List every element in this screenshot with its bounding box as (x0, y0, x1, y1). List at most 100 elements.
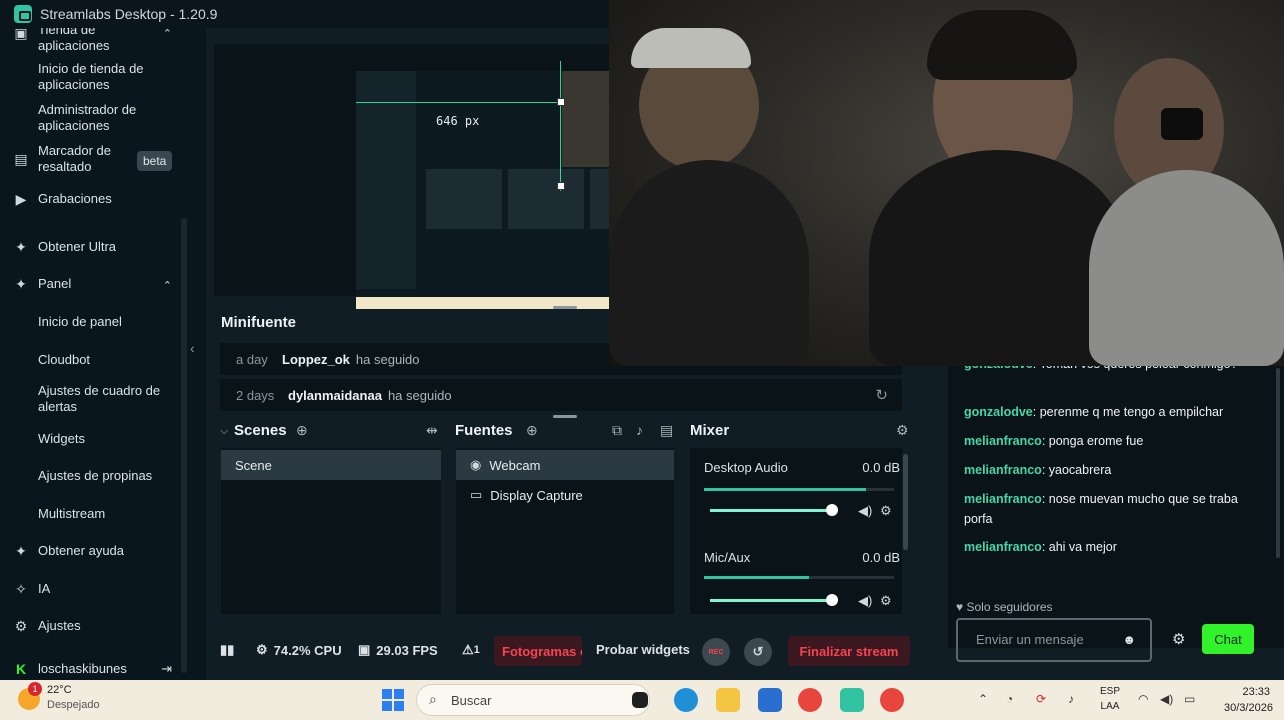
source-layout-icon[interactable]: ⧉ (612, 422, 622, 439)
panel-resize-handle[interactable] (553, 415, 577, 418)
chevron-up-icon[interactable]: ⌃ (163, 278, 172, 294)
edge-browser-icon[interactable] (674, 688, 698, 712)
test-widgets-button[interactable]: Probar widgets (596, 642, 690, 657)
speaker-icon[interactable]: ◀) (858, 503, 872, 519)
source-item-webcam[interactable]: ◉ Webcam (456, 450, 674, 480)
mic-settings-icon[interactable]: ♪ (636, 422, 643, 438)
sidebar-item-recordings[interactable]: ▶ Grabaciones (0, 191, 188, 211)
sidebar-item-panel-home[interactable]: Inicio de panel (0, 314, 188, 334)
streamlabs-taskbar-icon[interactable] (840, 688, 864, 712)
window-title: Streamlabs Desktop - 1.20.9 (40, 6, 218, 22)
volume-icon[interactable]: ◀) (1160, 692, 1173, 706)
end-stream-button[interactable]: Finalizar stream (788, 636, 910, 666)
warnings-indicator[interactable]: ⚠ 1 (462, 642, 480, 658)
chat-scrollbar[interactable] (1276, 368, 1280, 558)
task-view-icon[interactable] (632, 692, 648, 708)
person-body (1089, 170, 1284, 366)
scene-item[interactable]: Scene (221, 450, 441, 480)
microsoft-store-icon[interactable] (758, 688, 782, 712)
chat-message-input[interactable]: Enviar un mensaje ☻ (956, 618, 1152, 662)
sources-list: ◉ Webcam ▭ Display Capture (456, 448, 674, 614)
logout-icon[interactable]: ⇥ (161, 661, 172, 677)
sidebar-item-widgets[interactable]: Widgets (0, 431, 188, 451)
chat-send-button[interactable]: Chat (1202, 624, 1254, 654)
search-icon: ⌕ (429, 691, 437, 707)
network-status-icon[interactable]: ◔ (1006, 692, 1013, 706)
weather-description[interactable]: Despejado (47, 699, 100, 711)
sidebar-item-app-store[interactable]: ▣ Tienda de aplicaciones ⌃ (0, 28, 188, 58)
volume-slider-knob[interactable] (826, 594, 838, 606)
monitor-icon: ▭ (470, 487, 483, 502)
store-icon: ▣ (14, 28, 28, 41)
event-row: 2 days dylanmaidanaa ha seguido ↻ (220, 379, 902, 411)
sidebar-item-account[interactable]: K loschaskibunes ⇥ (0, 661, 188, 680)
volume-slider-knob[interactable] (826, 504, 838, 516)
sidebar-item-get-ultra[interactable]: ✦ Obtener Ultra (0, 239, 188, 259)
sidebar-item-app-manager[interactable]: Administrador de aplicaciones (0, 102, 188, 136)
sidebar-item-app-store-home[interactable]: Inicio de tienda de aplicaciones (0, 61, 188, 95)
sidebar-item-get-help[interactable]: ✦ Obtener ayuda (0, 543, 188, 563)
scene-transitions-icon[interactable]: ⇹ (426, 422, 438, 439)
mixer-settings-icon[interactable]: ⚙ (896, 422, 909, 439)
guide-distance-label: 646 px (436, 114, 480, 128)
sync-icon[interactable]: ⟳ (1036, 692, 1046, 706)
sidebar-item-settings[interactable]: ⚙ Ajustes (0, 618, 188, 638)
gear-icon[interactable]: ⚙ (880, 593, 892, 609)
stats-bars-icon[interactable]: ▮▮ (220, 642, 234, 658)
chevron-up-icon[interactable]: ⌃ (978, 692, 988, 706)
mixer-channel-mic: Mic/Aux 0.0 dB ◀) ⚙ (704, 550, 900, 609)
add-scene-icon[interactable]: ⊕ (296, 422, 308, 439)
mixer-channel-desktop: Desktop Audio 0.0 dB ◀) ⚙ (704, 460, 900, 519)
battery-icon[interactable]: ▭ (1184, 692, 1195, 706)
system-clock[interactable]: 23:33 30/3/2026 (1224, 684, 1273, 716)
sidebar-item-panel[interactable]: ✦ Panel ⌃ (0, 276, 188, 296)
sidebar-item-multistream[interactable]: Multistream (0, 506, 188, 526)
emote-picker-icon[interactable]: ☻ (1122, 632, 1136, 647)
sidebar-item-tip-settings[interactable]: Ajustes de propinas (0, 468, 188, 488)
gear-icon[interactable]: ⚙ (880, 503, 892, 519)
microphone-icon[interactable]: ♪ (1068, 692, 1074, 706)
chat-settings-icon[interactable]: ⚙ (1172, 630, 1185, 648)
streamlabs-logo-icon (14, 5, 32, 23)
recordings-icon: ▶ (15, 191, 27, 207)
taskbar-search-input[interactable]: ⌕ Buscar (416, 684, 650, 716)
resize-handle[interactable] (557, 98, 565, 106)
alignment-guide (356, 102, 562, 103)
stream-preview[interactable]: 646 px (214, 44, 620, 309)
sidebar-scrollbar[interactable] (181, 218, 187, 673)
volume-slider[interactable] (710, 599, 834, 602)
chevron-up-icon[interactable]: ⌃ (163, 28, 172, 42)
file-explorer-icon[interactable] (716, 688, 740, 712)
sidebar-item-ai[interactable]: ✧ IA (0, 581, 188, 601)
language-indicator[interactable]: ESP LAA (1098, 684, 1122, 714)
replay-buffer-icon[interactable]: ↺ (744, 638, 772, 666)
source-item-display-capture[interactable]: ▭ Display Capture (456, 480, 674, 510)
windows-start-icon[interactable] (382, 689, 404, 711)
folder-add-icon[interactable]: ▤ (660, 422, 673, 439)
chrome-icon[interactable] (798, 688, 822, 712)
speaker-icon[interactable]: ◀) (858, 593, 872, 609)
person-body (609, 160, 809, 366)
chat-message: melianfranco: ahi va mejor (964, 540, 1117, 554)
chevron-down-icon[interactable]: ⌵ (220, 425, 228, 438)
webcam-icon: ◉ (470, 457, 482, 472)
sidebar-item-alertbox-settings[interactable]: Ajustes de cuadro de alertas (0, 383, 188, 417)
collapse-sidebar-icon[interactable]: ‹ (190, 340, 204, 360)
weather-temperature[interactable]: 22°C (47, 684, 72, 696)
record-button[interactable]: REC (702, 638, 730, 666)
sidebar-item-highlighter[interactable]: ▤ Marcador de resaltado beta (0, 143, 188, 177)
fps-stat: ▣ 29.03 FPS (358, 642, 438, 658)
refresh-icon[interactable]: ↻ (875, 386, 888, 404)
windows-taskbar: 1 22°C Despejado ⌕ Buscar ⌃ ◔ ⟳ ♪ ESP LA… (0, 680, 1284, 720)
sidebar-item-cloudbot[interactable]: Cloudbot (0, 352, 188, 372)
wifi-icon[interactable]: ◠ (1138, 692, 1148, 706)
ai-sparkle-icon: ✧ (15, 581, 27, 597)
panel-resize-handle[interactable] (553, 306, 577, 309)
dropped-frames-indicator[interactable]: Fotogramas o (494, 636, 582, 666)
volume-slider[interactable] (710, 509, 834, 512)
resize-handle[interactable] (557, 182, 565, 190)
chrome-profile-icon[interactable] (880, 688, 904, 712)
mixer-scrollbar[interactable] (903, 454, 908, 550)
chat-message: melianfranco: ponga erome fue (964, 434, 1144, 448)
add-source-icon[interactable]: ⊕ (526, 422, 538, 439)
